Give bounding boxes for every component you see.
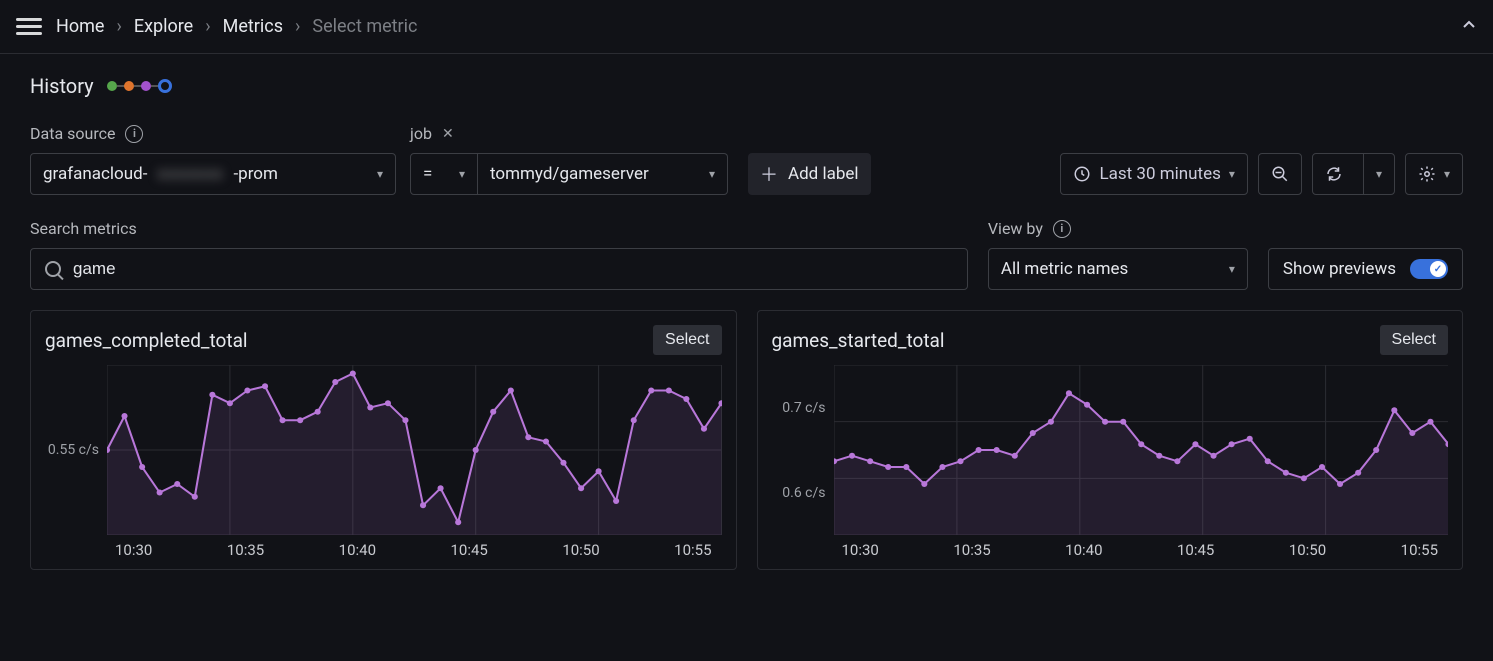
chevron-down-icon: ▾ [1444, 167, 1450, 181]
job-value: tommyd/gameserver [490, 164, 649, 184]
refresh-interval-dropdown[interactable]: ▾ [1363, 154, 1394, 194]
clock-icon [1073, 165, 1091, 183]
chevron-down-icon: ▾ [1376, 167, 1382, 181]
chevron-down-icon: ▾ [459, 167, 465, 181]
breadcrumb-home[interactable]: Home [56, 16, 104, 37]
chart-x-labels: 10:3010:3510:4010:4510:5010:55 [45, 541, 722, 559]
breadcrumb-metrics[interactable]: Metrics [223, 16, 283, 37]
add-label-text: Add label [788, 164, 859, 184]
breadcrumb: Home › Explore › Metrics › Select metric [56, 16, 417, 37]
add-label-button[interactable]: ＋ Add label [748, 153, 871, 195]
chevron-right-icon: › [116, 16, 121, 37]
datasource-value-hidden: xxxxxxx [157, 164, 223, 184]
info-icon[interactable]: i [1053, 220, 1071, 238]
history-timeline[interactable] [108, 79, 171, 93]
chart-x-labels: 10:3010:3510:4010:4510:5010:55 [772, 541, 1449, 559]
zoom-out-icon [1271, 165, 1289, 183]
collapse-icon[interactable] [1461, 17, 1477, 37]
menu-icon[interactable] [16, 14, 42, 40]
chart-y-labels: 0.55 c/s [45, 365, 107, 535]
refresh-button[interactable]: ▾ [1312, 153, 1395, 195]
job-value-select[interactable]: tommyd/gameserver ▾ [478, 153, 728, 195]
panel-title: games_completed_total [45, 329, 248, 352]
datasource-select[interactable]: grafanacloud-xxxxxxx -prom ▾ [30, 153, 396, 195]
view-by-label: View by [988, 219, 1043, 238]
chevron-down-icon: ▾ [1229, 167, 1235, 181]
plus-icon: ＋ [760, 161, 778, 187]
select-metric-button[interactable]: Select [1380, 325, 1448, 355]
show-previews-toggle[interactable]: Show previews ✓ [1268, 248, 1463, 290]
history-label: History [30, 74, 94, 98]
toggle-switch[interactable]: ✓ [1410, 259, 1448, 279]
chart-plot [107, 365, 722, 535]
refresh-icon [1325, 165, 1343, 183]
info-icon[interactable]: i [125, 125, 143, 143]
metric-panel: games_started_total Select 0.7 c/s0.6 c/… [757, 310, 1464, 570]
job-operator-value: = [423, 164, 432, 184]
chevron-right-icon: › [295, 16, 300, 37]
show-previews-label: Show previews [1283, 259, 1396, 279]
time-range-value: Last 30 minutes [1099, 164, 1220, 184]
datasource-value-suffix: -prom [233, 164, 277, 184]
select-metric-button[interactable]: Select [653, 325, 721, 355]
breadcrumb-explore[interactable]: Explore [134, 16, 193, 37]
settings-button[interactable]: ▾ [1405, 153, 1463, 195]
chart-plot [834, 365, 1449, 535]
chevron-down-icon: ▾ [377, 167, 383, 181]
remove-filter-icon[interactable]: ✕ [442, 126, 454, 142]
panel-title: games_started_total [772, 329, 945, 352]
gear-icon [1418, 165, 1436, 183]
time-range-picker[interactable]: Last 30 minutes ▾ [1060, 153, 1247, 195]
job-label: job [410, 124, 432, 143]
view-by-value: All metric names [1001, 259, 1128, 279]
breadcrumb-current: Select metric [312, 16, 417, 37]
job-operator-select[interactable]: = ▾ [410, 153, 478, 195]
view-by-select[interactable]: All metric names ▾ [988, 248, 1248, 290]
chart-y-labels: 0.7 c/s0.6 c/s [772, 365, 834, 535]
metric-panel: games_completed_total Select 0.55 c/s 10… [30, 310, 737, 570]
search-input[interactable] [73, 259, 953, 279]
zoom-out-button[interactable] [1258, 153, 1302, 195]
chevron-down-icon: ▾ [709, 167, 715, 181]
search-label: Search metrics [30, 219, 137, 238]
search-input-wrapper[interactable] [30, 248, 968, 290]
chevron-right-icon: › [205, 16, 210, 37]
chevron-down-icon: ▾ [1229, 262, 1235, 276]
datasource-label: Data source [30, 124, 115, 143]
datasource-value-prefix: grafanacloud- [43, 164, 147, 184]
search-icon [45, 261, 61, 277]
